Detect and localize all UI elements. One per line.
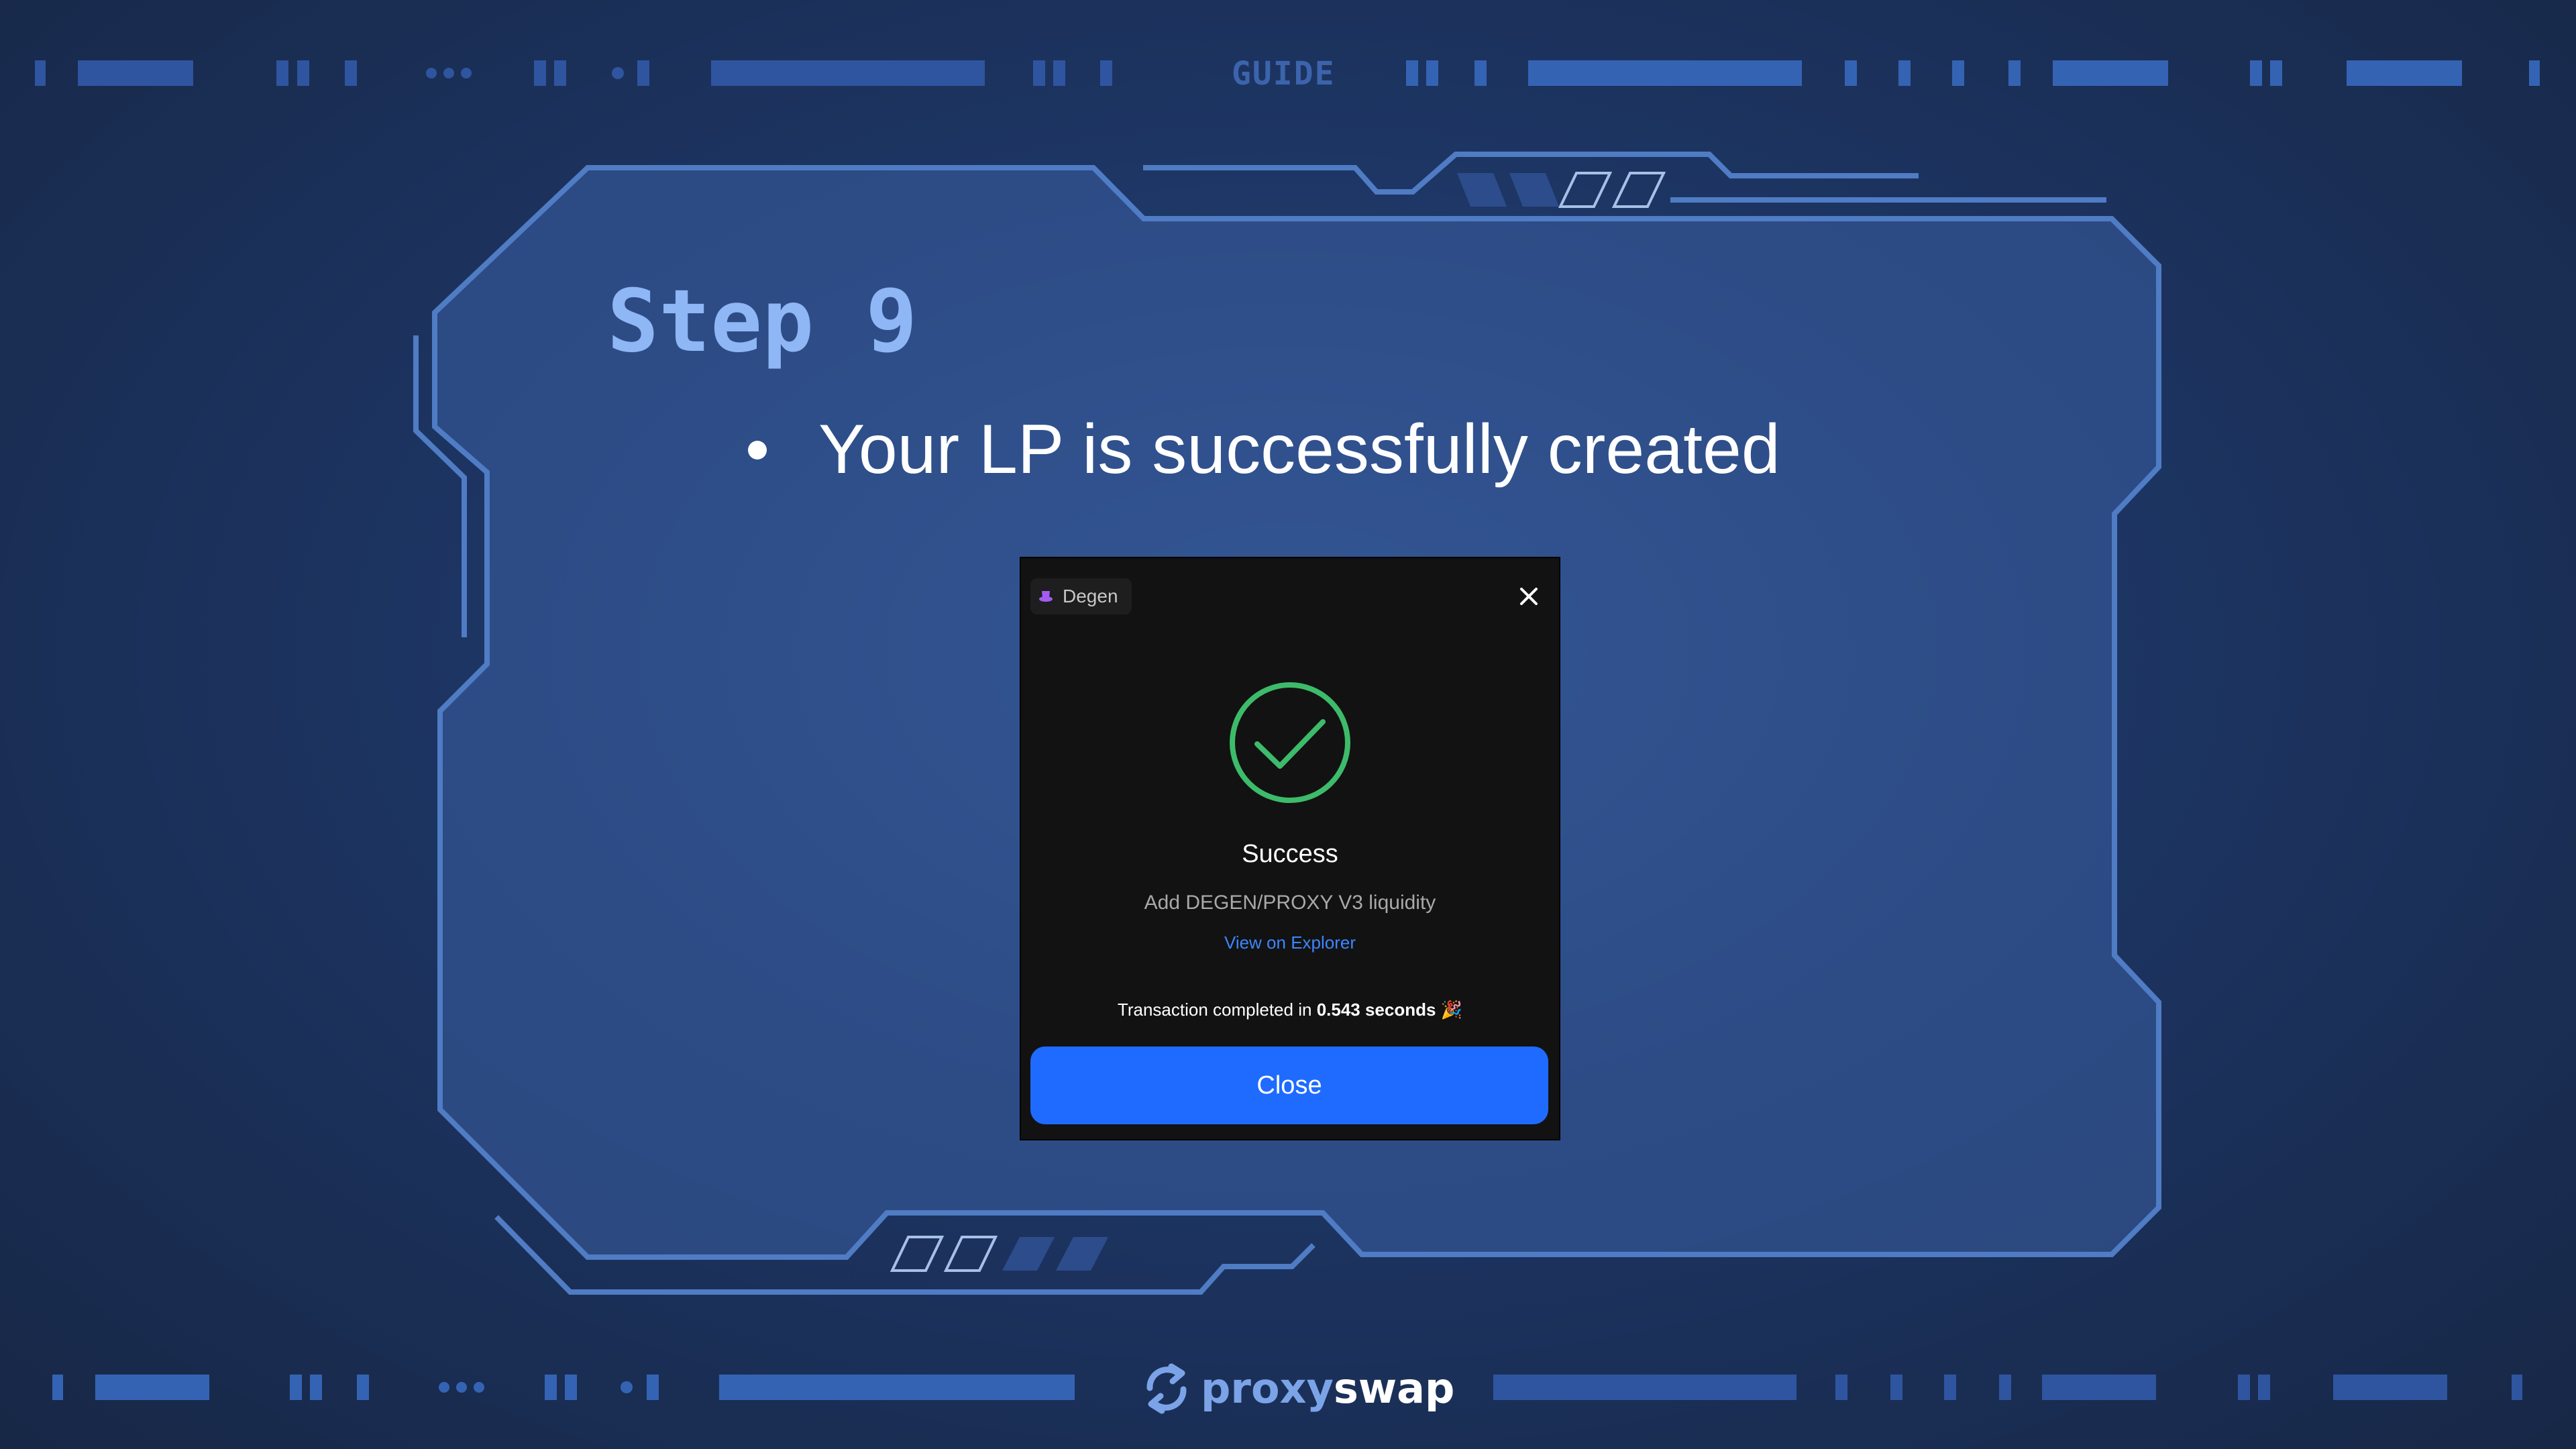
brand-part2: swap bbox=[1333, 1364, 1455, 1413]
transaction-description: Add DEGEN/PROXY V3 liquidity bbox=[1144, 892, 1436, 914]
brand-part1: proxy bbox=[1201, 1364, 1334, 1413]
brand-logo: proxyswap bbox=[1140, 1355, 1454, 1422]
top-slant-marks bbox=[1457, 172, 1666, 208]
bullet-dot bbox=[748, 441, 767, 460]
party-icon: 🎉 bbox=[1440, 1000, 1463, 1020]
view-on-explorer-link[interactable]: View on Explorer bbox=[1021, 932, 1559, 953]
check-circle-icon bbox=[1230, 682, 1350, 803]
close-button[interactable]: Close bbox=[1030, 1046, 1548, 1124]
close-icon[interactable] bbox=[1512, 580, 1546, 613]
bottom-bar-pattern bbox=[52, 1375, 1075, 1400]
chain-badge-label: Degen bbox=[1063, 586, 1118, 606]
brand-wordmark: proxyswap bbox=[1201, 1355, 1454, 1422]
bottom-slant-marks bbox=[890, 1236, 1108, 1272]
step-title: Step 9 bbox=[607, 272, 918, 372]
chain-badge[interactable]: Degen bbox=[1030, 578, 1132, 614]
guide-label: GUIDE bbox=[1232, 55, 1336, 93]
top-bar-pattern bbox=[35, 60, 1112, 86]
success-modal: Degen Success Add DEGEN/PROXY V3 liquidi… bbox=[1020, 557, 1560, 1140]
hat-icon bbox=[1039, 591, 1053, 602]
transaction-time-line: Transaction completed in 0.543 seconds 🎉 bbox=[1021, 1000, 1559, 1020]
tx-prefix: Transaction completed in bbox=[1117, 1000, 1312, 1020]
bullet-text: Your LP is successfully created bbox=[818, 411, 1780, 488]
swap-arrows-icon bbox=[1146, 1363, 1187, 1414]
success-title: Success bbox=[1242, 840, 1338, 868]
tx-time: 0.543 seconds bbox=[1316, 1000, 1436, 1020]
